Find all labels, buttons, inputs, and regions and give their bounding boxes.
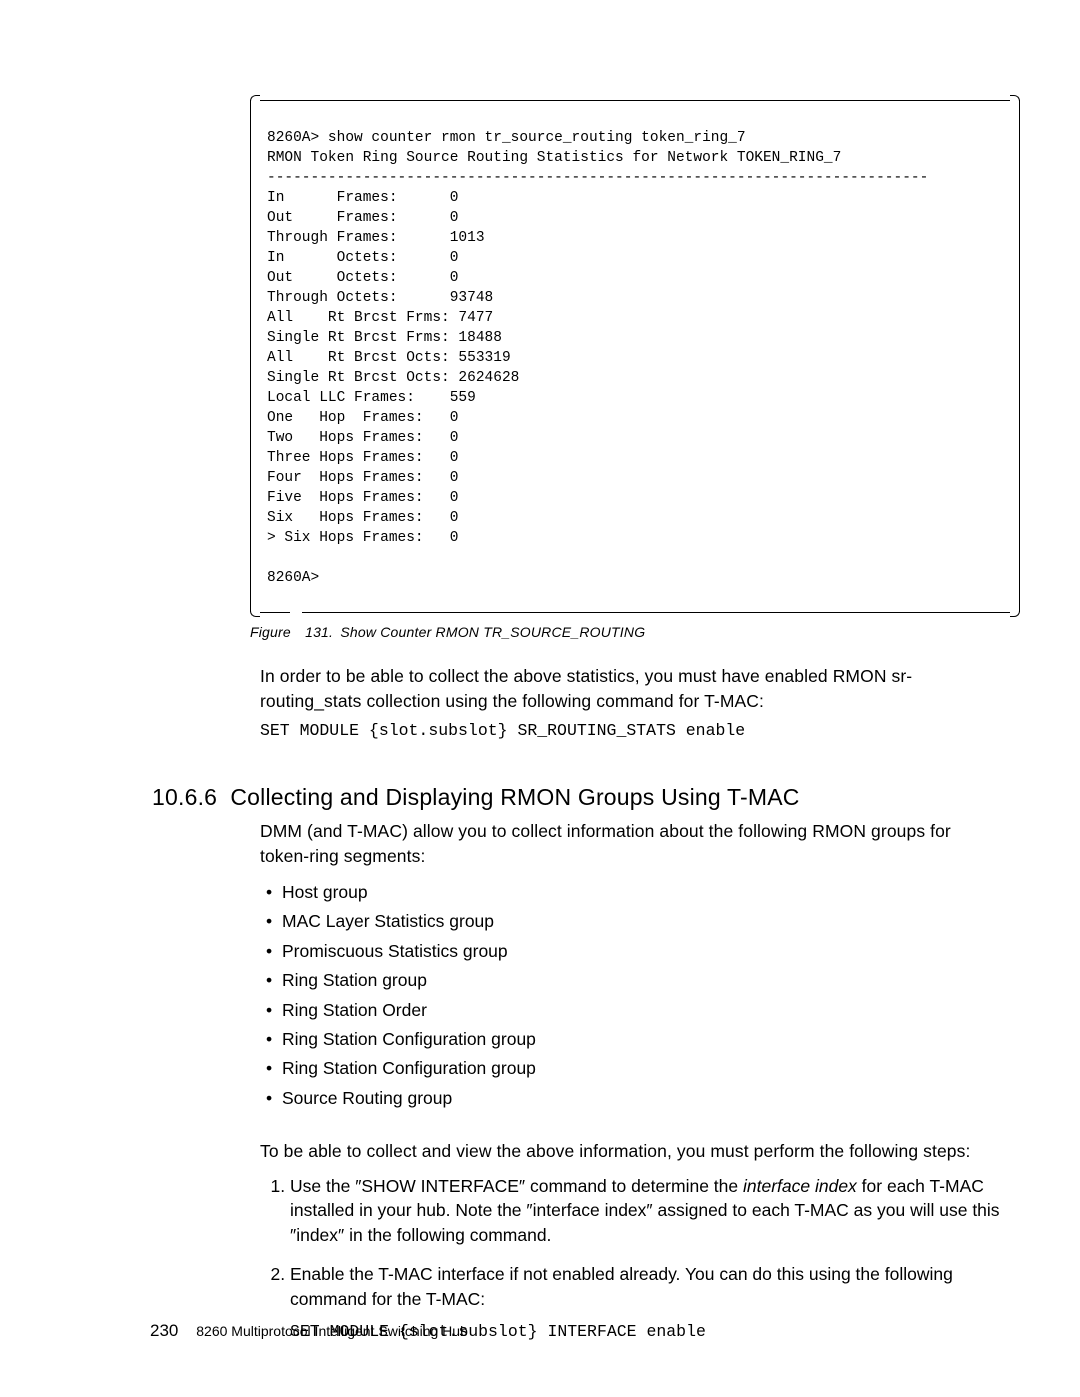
- group-list: Host group MAC Layer Statistics group Pr…: [260, 878, 1020, 1113]
- steps-list: Use the ″SHOW INTERFACE″ command to dete…: [256, 1174, 1020, 1344]
- text: in the following command.: [344, 1225, 551, 1245]
- figure-caption: Figure 131. Show Counter RMON TR_SOURCE_…: [250, 624, 1020, 640]
- text: Use the: [290, 1176, 355, 1196]
- section-number: 10.6.6: [152, 784, 217, 810]
- list-item: Source Routing group: [282, 1084, 1020, 1113]
- page-footer: 230 8260 Multiprotocol Intelligent Switc…: [150, 1321, 468, 1341]
- list-item: Ring Station Configuration group: [282, 1025, 1020, 1054]
- page-number: 230: [150, 1321, 178, 1340]
- text: assigned to each T-MAC as you will use t…: [653, 1200, 1000, 1220]
- list-item: Promiscuous Statistics group: [282, 937, 1020, 966]
- text-quoted: ″SHOW INTERFACE″: [355, 1176, 525, 1196]
- page: 8260A> show counter rmon tr_source_routi…: [0, 0, 1080, 1397]
- text-italic: interface index: [743, 1176, 857, 1196]
- terminal-output: 8260A> show counter rmon tr_source_routi…: [267, 128, 1003, 588]
- text-quoted: ″index″: [290, 1225, 344, 1245]
- steps-intro: To be able to collect and view the above…: [260, 1139, 1000, 1164]
- text: command to determine the: [525, 1176, 743, 1196]
- figure-caption-text: Figure 131. Show Counter RMON TR_SOURCE_…: [250, 624, 645, 640]
- intro-paragraph: In order to be able to collect the above…: [260, 664, 1000, 713]
- text-quoted: ″interface index″: [526, 1200, 652, 1220]
- section-title: Collecting and Displaying RMON Groups Us…: [230, 784, 799, 810]
- list-item: Ring Station Configuration group: [282, 1054, 1020, 1083]
- list-item: Ring Station group: [282, 966, 1020, 995]
- section-heading: 10.6.6 Collecting and Displaying RMON Gr…: [152, 784, 1020, 811]
- footer-title: 8260 Multiprotocol Intelligent Switching…: [196, 1323, 468, 1339]
- text: Enable the T-MAC interface if not enable…: [290, 1264, 953, 1309]
- step-1: Use the ″SHOW INTERFACE″ command to dete…: [290, 1174, 1020, 1249]
- terminal-frame: 8260A> show counter rmon tr_source_routi…: [250, 100, 1020, 612]
- command-sr-routing: SET MODULE {slot.subslot} SR_ROUTING_STA…: [260, 721, 1020, 740]
- section-lead: DMM (and T-MAC) allow you to collect inf…: [260, 819, 1000, 868]
- list-item: Ring Station Order: [282, 996, 1020, 1025]
- list-item: MAC Layer Statistics group: [282, 907, 1020, 936]
- list-item: Host group: [282, 878, 1020, 907]
